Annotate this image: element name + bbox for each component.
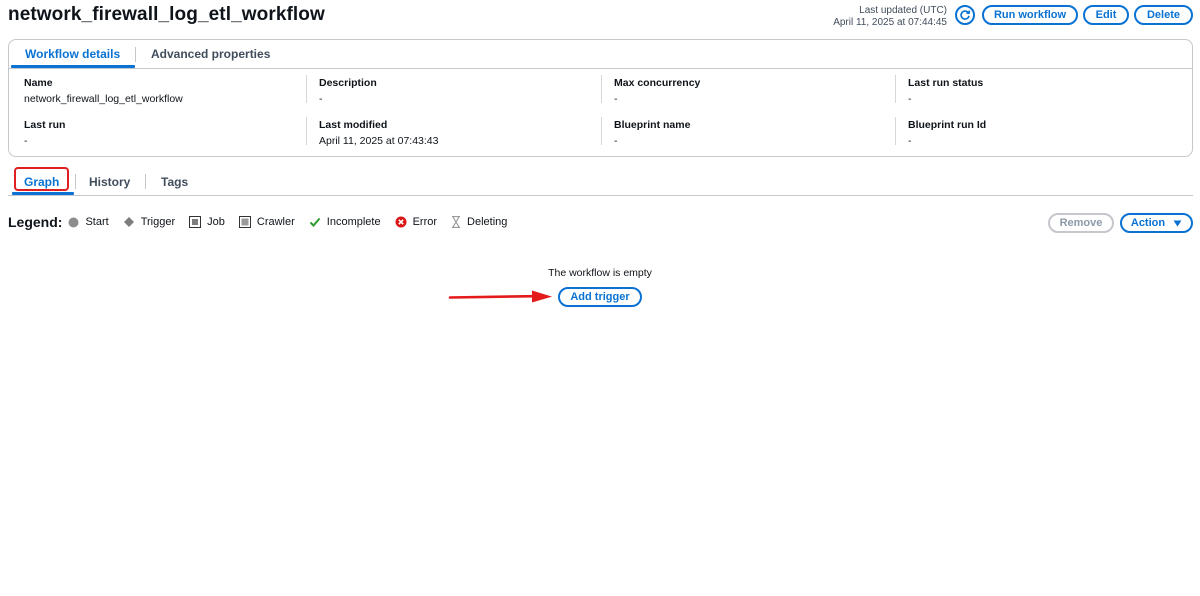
error-x-icon [395,216,407,228]
run-workflow-button[interactable]: Run workflow [982,5,1078,25]
field-last-run-status: Last run status - [908,77,983,105]
field-max-concurrency: Max concurrency - [614,77,700,105]
refresh-icon [960,10,971,20]
last-updated-label: Last updated (UTC) [859,5,947,16]
field-label: Blueprint run Id [908,119,987,131]
column-divider [306,117,307,145]
tab-divider [135,47,136,62]
legend-label: Crawler [256,216,295,228]
legend-title: Legend: [8,214,63,230]
legend-item-deleting: Deleting [451,216,507,228]
field-value: network_firewall_log_etl_workflow [24,93,183,105]
legend-label: Incomplete [326,216,381,228]
workflow-details-card: Workflow details Advanced properties Nam… [8,39,1193,157]
legend-label: Trigger [140,216,176,228]
annotation-arrow-icon [448,290,552,303]
column-divider [601,75,602,103]
field-value: - [614,93,618,105]
tab-tags[interactable]: Tags [161,175,188,189]
column-divider [895,117,896,145]
legend-item-crawler: Crawler [238,216,295,228]
tab-workflow-details[interactable]: Workflow details [25,47,120,61]
legend-item-incomplete: Incomplete [309,216,381,228]
legend-item-job: Job [189,216,225,228]
empty-workflow-message: The workflow is empty [548,267,652,279]
field-label: Last run status [908,77,984,89]
field-value: - [319,93,323,105]
start-circle-icon [68,217,79,228]
field-label: Max concurrency [614,77,701,89]
legend-label: Job [207,216,225,228]
tab-divider [145,174,146,189]
legend-item-start: Start [68,216,109,228]
tab-advanced-properties[interactable]: Advanced properties [151,47,270,61]
active-tab-indicator [12,192,74,195]
field-description: Description - [319,77,377,105]
field-value: - [614,135,618,147]
action-dropdown-button[interactable]: Action [1120,213,1193,233]
checkmark-icon [309,216,321,228]
tab-divider [75,174,76,189]
remove-button[interactable]: Remove [1048,213,1114,233]
tab-graph[interactable]: Graph [24,175,59,189]
last-updated: Last updated (UTC) April 11, 2025 at 07:… [833,5,947,29]
column-divider [601,117,602,145]
add-trigger-button[interactable]: Add trigger [558,287,642,307]
column-divider [895,75,896,103]
column-divider [306,75,307,103]
caret-down-icon [1173,220,1182,226]
field-blueprint-name: Blueprint name - [614,119,690,147]
field-label: Name [24,77,53,89]
page-title: network_firewall_log_etl_workflow [8,4,325,25]
hourglass-icon [451,216,461,228]
field-value: - [24,135,28,147]
crawler-square-icon [238,216,251,228]
field-value: - [908,135,912,147]
legend-label: Deleting [467,216,508,228]
field-blueprint-run-id: Blueprint run Id - [908,119,986,147]
graph-tab-bar: Graph History Tags [8,165,1193,196]
active-tab-indicator [11,65,135,68]
edit-button[interactable]: Edit [1083,5,1129,25]
field-name: Name network_firewall_log_etl_workflow [24,77,183,105]
legend-item-error: Error [395,216,437,228]
field-last-run: Last run - [24,119,65,147]
field-last-modified: Last modified April 11, 2025 at 07:43:43 [319,119,438,147]
field-value: April 11, 2025 at 07:43:43 [319,135,439,147]
field-label: Blueprint name [614,119,691,131]
field-label: Last modified [319,119,388,131]
legend-label: Error [412,216,438,228]
details-tab-bar: Workflow details Advanced properties [9,40,1192,69]
action-label: Action [1130,217,1166,229]
last-updated-value: April 11, 2025 at 07:44:45 [833,17,947,28]
field-label: Last run [24,119,66,131]
trigger-diamond-icon [123,216,135,228]
job-square-icon [189,216,202,228]
refresh-button[interactable] [955,5,975,25]
delete-button[interactable]: Delete [1134,5,1193,25]
field-value: - [908,93,912,105]
graph-legend: Legend: Start Trigger Job Crawler Incomp… [8,214,521,230]
legend-item-trigger: Trigger [123,216,175,228]
field-label: Description [319,77,377,89]
tab-history[interactable]: History [89,175,130,189]
legend-label: Start [85,216,109,228]
